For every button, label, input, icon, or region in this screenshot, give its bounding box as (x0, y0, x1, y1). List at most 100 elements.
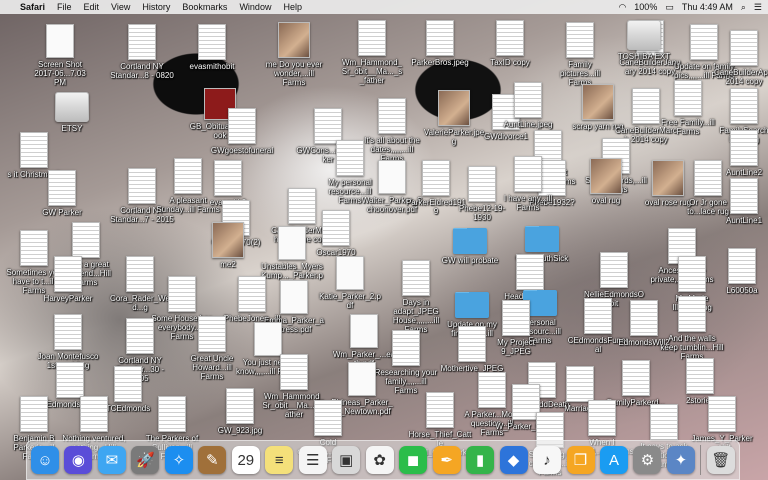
desktop-file-icon[interactable]: me Do you ever wonder,...ill Farms (262, 22, 326, 87)
notification-center-icon[interactable]: ☰ (754, 2, 762, 13)
notes-icon[interactable]: ≡ (265, 446, 294, 474)
desktop-file-icon[interactable]: Cortland NY Standar...8 - 0820 (110, 24, 174, 80)
desktop-file-icon[interactable]: Mothertive_JPEG (440, 326, 504, 373)
document-thumbnail (650, 404, 678, 440)
desktop-file-icon[interactable]: HarveyParker (36, 256, 100, 303)
desktop-file-icon[interactable]: And the walls keep tumblin...Hill Farms (660, 296, 724, 361)
document-thumbnail (392, 330, 420, 366)
file-label: Screen Shot 2017-06...7.03 PM (34, 60, 86, 87)
menu-view[interactable]: View (111, 2, 130, 12)
photo-thumbnail (278, 22, 310, 58)
desktop-file-icon[interactable]: Screen Shot 2017-06...7.03 PM (28, 24, 92, 87)
notes-book-icon[interactable]: ✎ (198, 446, 227, 474)
document-thumbnail (730, 30, 758, 66)
desktop-file-icon[interactable]: CaneBuilderApril2014 copy (712, 30, 768, 86)
menu-edit[interactable]: Edit (84, 2, 100, 12)
file-label: me Do you ever wonder,...ill Farms (265, 60, 323, 87)
document-thumbnail (686, 358, 714, 394)
desktop-file-icon[interactable]: AuntLine1 (712, 178, 768, 225)
document-thumbnail (468, 166, 496, 202)
desktop-file-icon[interactable]: oval rug (574, 158, 638, 205)
launchpad-icon[interactable]: 🚀 (131, 446, 160, 474)
file-label: Katie_Parker_2.pdf (319, 292, 381, 310)
document-thumbnail (48, 170, 76, 206)
finder-icon[interactable]: ☺ (31, 446, 59, 474)
document-thumbnail (128, 168, 156, 204)
siri-icon[interactable]: ◉ (64, 446, 93, 474)
desktop-file-icon[interactable]: me2 (196, 222, 260, 269)
menu-window[interactable]: Window (239, 2, 271, 12)
desktop-file-icon[interactable]: GW will probate (438, 222, 502, 265)
facetime-icon[interactable]: ◼ (399, 446, 428, 474)
clock[interactable]: Thu 4:49 AM (682, 2, 733, 12)
system-preferences-icon[interactable]: ⚙ (633, 446, 662, 474)
document-thumbnail (566, 366, 594, 402)
desktop-file-icon[interactable]: Wm_Hammond_Sr_obit__Ma..._s_father (340, 20, 404, 85)
file-label: HarveyParker (43, 294, 93, 303)
calendar-icon[interactable]: 29 (231, 446, 260, 474)
desktop-file-icon[interactable]: GWgoestofuneral (210, 108, 274, 155)
pages-icon[interactable]: ✒ (432, 446, 461, 474)
desktop-file-icon[interactable]: GW Parker (30, 170, 94, 217)
messages-icon[interactable]: ✉ (97, 446, 126, 474)
document-thumbnail (678, 296, 706, 332)
keynote-icon[interactable]: ◆ (499, 446, 528, 474)
document-thumbnail (678, 256, 706, 292)
desktop-file-icon[interactable]: GW_923.jpg (208, 388, 272, 435)
document-thumbnail (630, 300, 658, 336)
document-thumbnail (378, 98, 406, 134)
app-store-icon[interactable]: A (599, 446, 628, 474)
wifi-icon[interactable]: ◠ (618, 2, 626, 13)
desktop-file-icon[interactable]: AuntLine.jpeg (496, 82, 560, 129)
file-label: Cortland NY Standar...8 - 0820 (110, 62, 174, 80)
trash-icon[interactable]: 🗑 (706, 446, 735, 474)
dock: ☺ ◉ ✉ 🚀 ✧ ✎ 29 ≡ ☰ ▣ ✿ ◼ ✒ ▮ ◆ ♪ ❐ A ⚙ ✦ 🗑 (26, 440, 740, 480)
app-menu[interactable]: Safari (20, 2, 45, 12)
desktop-file-icon[interactable]: ETSY (40, 88, 104, 133)
document-thumbnail (496, 20, 524, 56)
desktop[interactable]: Safari File Edit View History Bookmarks … (0, 0, 768, 480)
image-capture-icon[interactable]: ✦ (666, 446, 695, 474)
file-label: L60050a (726, 286, 758, 295)
desktop-file-icon[interactable]: Free Family...ill Farms (656, 80, 720, 136)
document-thumbnail (514, 156, 542, 192)
desktop-file-icon[interactable]: Katie_Parker_2.pdf (318, 256, 382, 310)
desktop-file-icon[interactable]: ParkerBros.jpeg (408, 20, 472, 67)
preview-icon[interactable]: ▣ (332, 446, 361, 474)
numbers-icon[interactable]: ▮ (466, 446, 495, 474)
menu-help[interactable]: Help (283, 2, 302, 12)
menu-history[interactable]: History (142, 2, 170, 12)
photo-thumbnail (438, 90, 470, 126)
safari-icon[interactable]: ✧ (164, 446, 193, 474)
desktop-file-icon[interactable]: Family pictures...ill Farms (548, 22, 612, 87)
desktop-file-icon[interactable]: evasmithobit (180, 24, 244, 71)
spotlight-icon[interactable]: ⌕ (741, 2, 746, 13)
photos-icon[interactable]: ✿ (365, 446, 394, 474)
menu-bookmarks[interactable]: Bookmarks (182, 2, 227, 12)
file-label: me2 (220, 260, 236, 269)
ibooks-icon[interactable]: ❐ (566, 446, 595, 474)
document-thumbnail (588, 400, 616, 436)
menu-bar: Safari File Edit View History Bookmarks … (0, 0, 768, 14)
desktop-file-icon[interactable]: TaxID copy (478, 20, 542, 67)
itunes-icon[interactable]: ♪ (533, 446, 562, 474)
document-thumbnail (158, 396, 186, 432)
document-thumbnail (402, 260, 430, 296)
document-thumbnail (314, 108, 342, 144)
document-thumbnail (584, 298, 612, 334)
battery-percent[interactable]: 100% (634, 2, 657, 12)
document-thumbnail (46, 24, 74, 58)
desktop-file-icon[interactable]: L60050a (710, 248, 768, 295)
desktop-file-icon[interactable]: TOSHIBA EXT (612, 16, 676, 61)
menu-file[interactable]: File (57, 2, 72, 12)
document-thumbnail (348, 362, 376, 396)
desktop-file-icon[interactable]: Great Uncle Howard...ill Farms (180, 316, 244, 381)
document-thumbnail (54, 256, 82, 292)
reminders-icon[interactable]: ☰ (298, 446, 327, 474)
desktop-file-icon[interactable]: I have any...ill Farms (496, 156, 560, 212)
document-thumbnail (378, 160, 406, 194)
file-label: ParkerBros.jpeg (411, 58, 469, 67)
document-thumbnail (458, 326, 486, 362)
file-label: TOSHIBA EXT (617, 52, 671, 61)
document-thumbnail (336, 256, 364, 290)
